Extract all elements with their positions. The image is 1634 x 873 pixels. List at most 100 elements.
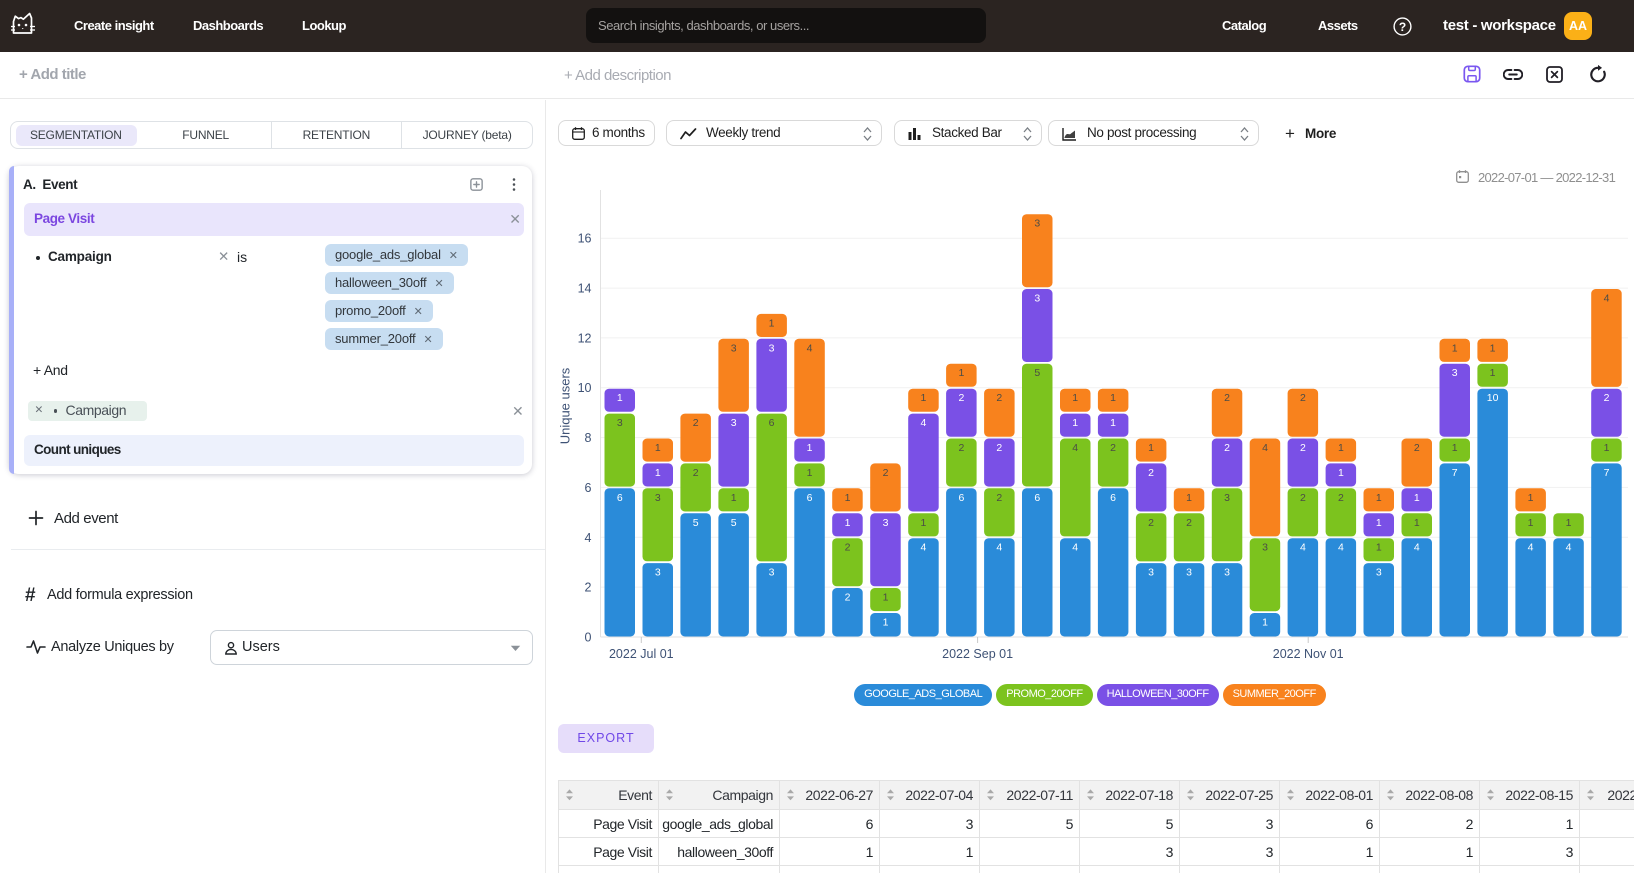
svg-text:4: 4 xyxy=(996,542,1002,554)
svg-text:1: 1 xyxy=(845,492,851,504)
svg-text:1: 1 xyxy=(1186,492,1192,504)
svg-text:1: 1 xyxy=(1072,417,1078,429)
svg-text:1: 1 xyxy=(1110,392,1116,404)
svg-text:2: 2 xyxy=(996,392,1002,404)
svg-text:6: 6 xyxy=(617,492,623,504)
svg-text:2: 2 xyxy=(996,442,1002,454)
svg-text:2: 2 xyxy=(1148,467,1154,479)
svg-text:4: 4 xyxy=(1072,442,1078,454)
svg-text:4: 4 xyxy=(1072,542,1078,554)
svg-text:3: 3 xyxy=(1034,293,1040,305)
svg-text:2: 2 xyxy=(958,392,964,404)
svg-text:4: 4 xyxy=(1604,293,1610,305)
svg-text:1: 1 xyxy=(1490,342,1496,354)
svg-text:?: ? xyxy=(1399,20,1406,34)
svg-text:2: 2 xyxy=(996,492,1002,504)
svg-text:1: 1 xyxy=(1148,442,1154,454)
svg-text:3: 3 xyxy=(769,342,775,354)
svg-text:5: 5 xyxy=(693,517,699,529)
svg-text:2: 2 xyxy=(1110,442,1116,454)
svg-text:2: 2 xyxy=(1148,517,1154,529)
svg-text:3: 3 xyxy=(1262,542,1268,554)
svg-text:6: 6 xyxy=(585,481,592,495)
svg-text:3: 3 xyxy=(617,417,623,429)
svg-text:2: 2 xyxy=(1186,517,1192,529)
svg-text:4: 4 xyxy=(1414,542,1420,554)
svg-text:2: 2 xyxy=(693,417,699,429)
svg-text:3: 3 xyxy=(1148,567,1154,579)
svg-text:1: 1 xyxy=(1452,342,1458,354)
svg-text:6: 6 xyxy=(1034,492,1040,504)
svg-text:1: 1 xyxy=(1262,617,1268,629)
svg-text:4: 4 xyxy=(807,342,813,354)
svg-text:10: 10 xyxy=(1487,392,1499,404)
svg-text:0: 0 xyxy=(585,631,592,645)
svg-text:1: 1 xyxy=(1490,367,1496,379)
svg-text:2022 Sep 01: 2022 Sep 01 xyxy=(942,647,1013,661)
svg-text:1: 1 xyxy=(655,467,661,479)
svg-text:1: 1 xyxy=(1376,542,1382,554)
svg-text:1: 1 xyxy=(769,317,775,329)
svg-text:3: 3 xyxy=(1376,567,1382,579)
svg-text:Unique users: Unique users xyxy=(558,367,573,444)
svg-text:1: 1 xyxy=(1528,492,1534,504)
svg-text:12: 12 xyxy=(578,331,592,345)
svg-text:2: 2 xyxy=(1338,492,1344,504)
svg-text:2: 2 xyxy=(1300,442,1306,454)
svg-text:3: 3 xyxy=(1224,492,1230,504)
svg-text:2: 2 xyxy=(845,592,851,604)
svg-text:7: 7 xyxy=(1452,467,1458,479)
svg-text:1: 1 xyxy=(883,592,889,604)
svg-text:1: 1 xyxy=(1376,492,1382,504)
svg-text:3: 3 xyxy=(769,567,775,579)
svg-text:3: 3 xyxy=(1186,567,1192,579)
svg-text:1: 1 xyxy=(617,392,623,404)
svg-text:2: 2 xyxy=(1604,392,1610,404)
svg-text:5: 5 xyxy=(1034,367,1040,379)
svg-text:6: 6 xyxy=(958,492,964,504)
svg-text:2022 Nov 01: 2022 Nov 01 xyxy=(1273,647,1344,661)
svg-text:6: 6 xyxy=(1110,492,1116,504)
svg-text:1: 1 xyxy=(845,517,851,529)
svg-text:16: 16 xyxy=(578,232,592,246)
svg-text:1: 1 xyxy=(807,467,813,479)
svg-text:3: 3 xyxy=(1452,367,1458,379)
svg-text:1: 1 xyxy=(1604,442,1610,454)
svg-text:1: 1 xyxy=(1338,442,1344,454)
svg-text:2: 2 xyxy=(1224,392,1230,404)
svg-text:1: 1 xyxy=(1452,442,1458,454)
svg-text:4: 4 xyxy=(585,531,592,545)
svg-text:3: 3 xyxy=(655,492,661,504)
svg-text:2022 Jul 01: 2022 Jul 01 xyxy=(609,647,674,661)
svg-text:1: 1 xyxy=(920,517,926,529)
svg-text:1: 1 xyxy=(1566,517,1572,529)
svg-text:4: 4 xyxy=(1338,542,1344,554)
svg-text:2: 2 xyxy=(883,467,889,479)
svg-text:2: 2 xyxy=(1300,492,1306,504)
svg-text:7: 7 xyxy=(1604,467,1610,479)
svg-text:1: 1 xyxy=(1338,467,1344,479)
svg-text:1: 1 xyxy=(1528,517,1534,529)
svg-text:2: 2 xyxy=(845,542,851,554)
svg-text:1: 1 xyxy=(1072,392,1078,404)
svg-text:3: 3 xyxy=(731,342,737,354)
svg-text:3: 3 xyxy=(731,417,737,429)
svg-text:4: 4 xyxy=(1262,442,1268,454)
svg-text:1: 1 xyxy=(1110,417,1116,429)
svg-text:1: 1 xyxy=(920,392,926,404)
svg-text:2: 2 xyxy=(958,442,964,454)
svg-text:1: 1 xyxy=(958,367,964,379)
svg-text:1: 1 xyxy=(731,492,737,504)
svg-text:2: 2 xyxy=(693,467,699,479)
svg-text:1: 1 xyxy=(655,442,661,454)
svg-text:6: 6 xyxy=(807,492,813,504)
svg-text:4: 4 xyxy=(920,417,926,429)
svg-text:4: 4 xyxy=(1566,542,1572,554)
svg-text:1: 1 xyxy=(1376,517,1382,529)
svg-text:14: 14 xyxy=(578,282,592,296)
svg-text:1: 1 xyxy=(807,442,813,454)
svg-text:3: 3 xyxy=(1224,567,1230,579)
svg-text:4: 4 xyxy=(920,542,926,554)
svg-text:6: 6 xyxy=(769,417,775,429)
svg-text:2: 2 xyxy=(1414,442,1420,454)
